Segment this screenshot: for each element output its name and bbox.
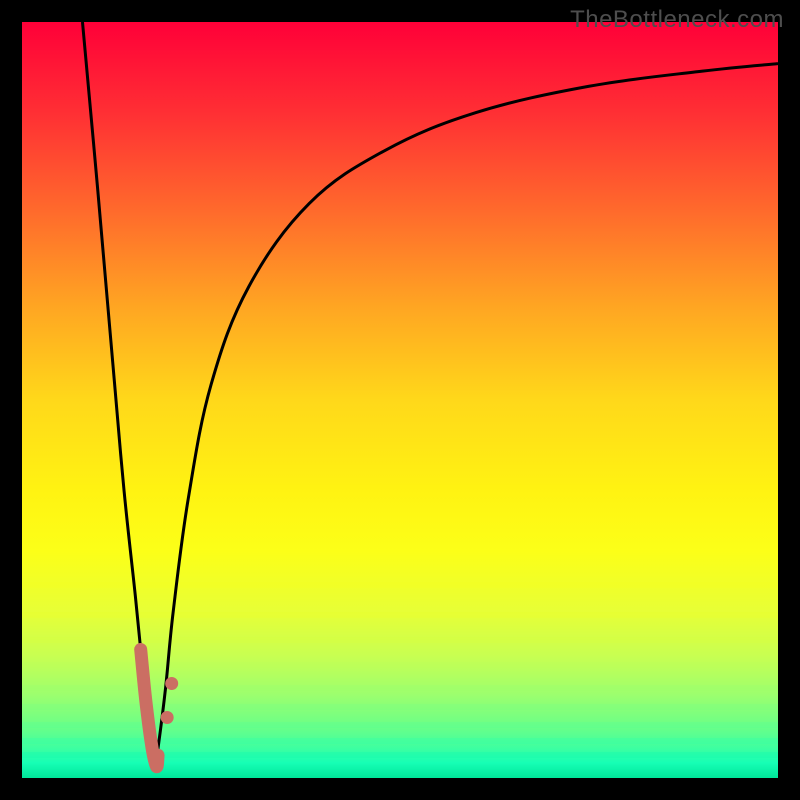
chart-frame: TheBottleneck.com: [0, 0, 800, 800]
marker-segment: [141, 649, 158, 766]
marker-dot: [165, 677, 178, 690]
curves-svg: [22, 22, 778, 778]
plot-area: [22, 22, 778, 778]
watermark-text: TheBottleneck.com: [570, 6, 784, 34]
right-branch-line: [154, 64, 778, 771]
marker-dot: [161, 711, 174, 724]
